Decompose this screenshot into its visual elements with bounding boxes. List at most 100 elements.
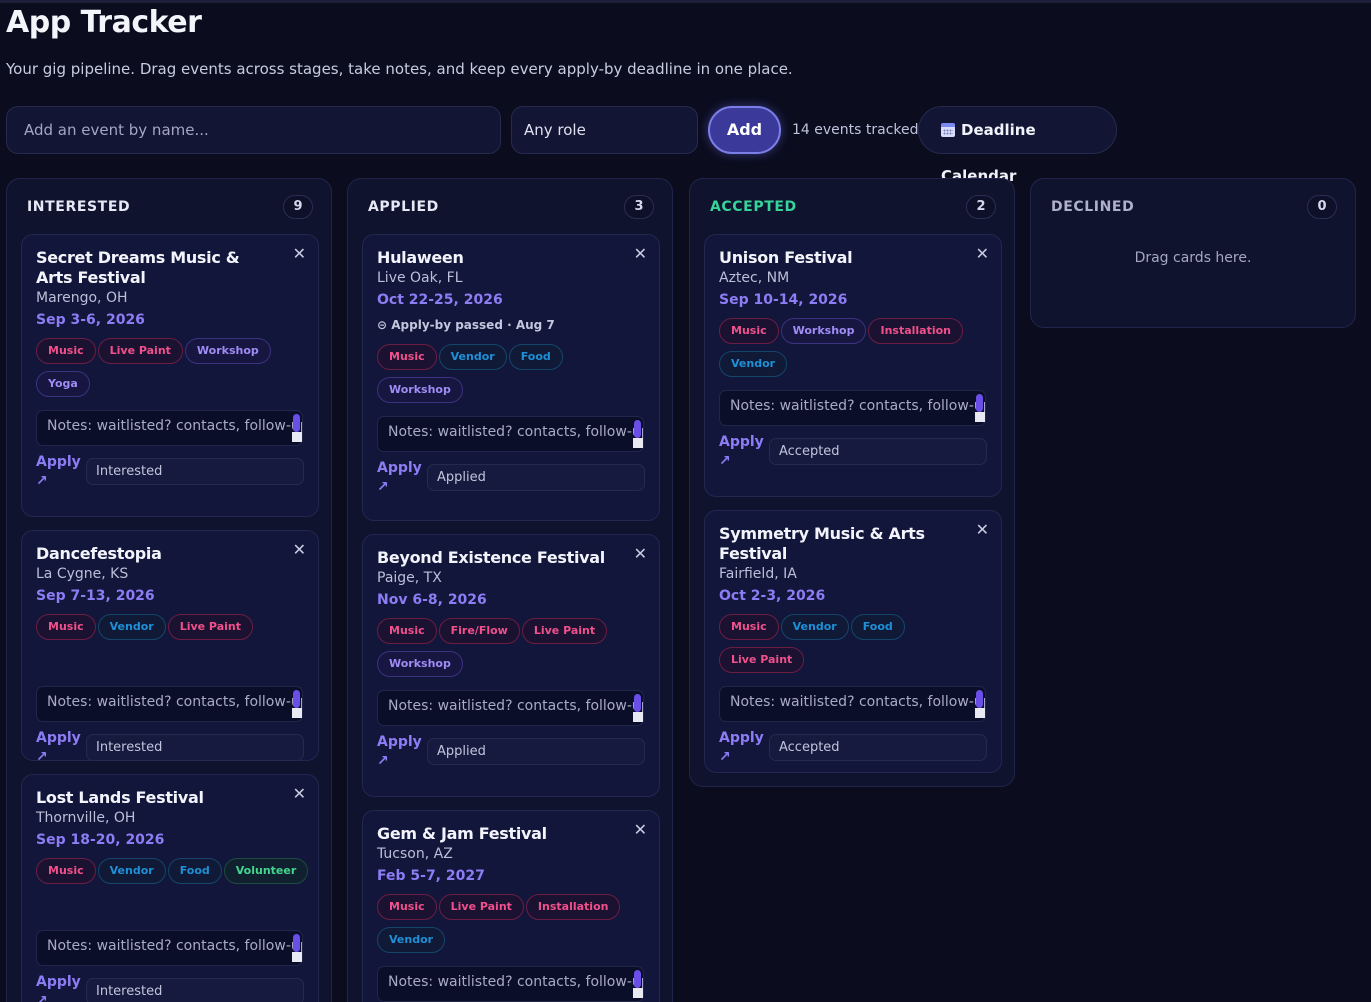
notes-scrollbar[interactable] <box>634 694 641 712</box>
role-tag: Music <box>36 338 96 364</box>
status-select[interactable]: Interested <box>86 734 304 761</box>
apply-link[interactable]: Apply ↗ <box>36 453 81 491</box>
role-select[interactable]: Any role <box>511 106 698 154</box>
event-card[interactable]: ✕ Hulaween Live Oak, FL Oct 22-25, 2026 ⊝ Ap… <box>362 234 660 521</box>
apply-link[interactable]: Apply ↗ <box>719 729 764 767</box>
notes-scrollbar[interactable] <box>976 690 983 708</box>
status-select[interactable]: Interested <box>86 978 304 1002</box>
card-date: Feb 5-7, 2027 <box>377 868 485 884</box>
notes-scrollbar[interactable] <box>293 690 300 708</box>
notes-field[interactable]: Notes: waitlisted? contacts, follow-ups <box>36 410 303 446</box>
notes-field[interactable]: Notes: waitlisted? contacts, follow-ups <box>36 930 303 966</box>
resize-handle-icon[interactable] <box>292 708 302 718</box>
column-declined: DECLINED 0 Drag cards here. <box>1030 178 1356 328</box>
resize-handle-icon[interactable] <box>975 708 985 718</box>
event-card[interactable]: ✕ Lost Lands Festival Thornville, OH Sep 18… <box>21 774 319 1002</box>
notes-field[interactable]: Notes: waitlisted? contacts, follow-ups <box>377 416 644 452</box>
column-interested: INTERESTED 9 ✕ Secret Dreams Music & Arts F… <box>6 178 332 1002</box>
column-accepted: ACCEPTED 2 ✕ Unison Festival Aztec, NM Sep 10… <box>689 178 1015 787</box>
deadline-calendar-button[interactable]: Deadline Calendar <box>918 106 1117 185</box>
role-tag: Workshop <box>780 318 867 344</box>
card-location: Marengo, OH <box>36 290 128 306</box>
event-name-input[interactable] <box>6 106 501 154</box>
notes-scrollbar[interactable] <box>293 414 300 432</box>
role-tag: Music <box>36 858 96 884</box>
event-card[interactable]: ✕ Dancefestopia La Cygne, KS Sep 7-13, 2026… <box>21 530 319 765</box>
card-title: Lost Lands Festival <box>36 788 204 807</box>
column-title: INTERESTED <box>27 199 131 215</box>
close-icon[interactable]: ✕ <box>634 820 647 839</box>
notes-scrollbar[interactable] <box>634 420 641 438</box>
column-applied: APPLIED 3 ✕ Hulaween Live Oak, FL Oct 22-25, … <box>347 178 673 1002</box>
notes-field[interactable]: Notes: waitlisted? contacts, follow-ups <box>377 966 644 1002</box>
role-tag: Live Paint <box>719 647 805 673</box>
status-select[interactable]: Applied <box>427 738 645 765</box>
role-tag: Live Paint <box>97 338 183 364</box>
role-tag: Music <box>377 344 437 370</box>
deadline-calendar-label: Deadline Calendar <box>941 121 1036 185</box>
card-location: Tucson, AZ <box>377 846 453 862</box>
role-tag: Vendor <box>438 344 507 370</box>
card-title: Hulaween <box>377 248 464 267</box>
role-tag: Fire/Flow <box>438 618 520 644</box>
add-button[interactable]: Add <box>708 106 781 154</box>
status-select[interactable]: Accepted <box>769 438 987 465</box>
status-select[interactable]: Interested <box>86 458 304 485</box>
notes-scrollbar[interactable] <box>293 934 300 952</box>
event-card[interactable]: ✕ Unison Festival Aztec, NM Sep 10-14, 2026… <box>704 234 1002 497</box>
card-title: Unison Festival <box>719 248 853 267</box>
card-date: Sep 18-20, 2026 <box>36 832 165 848</box>
close-icon[interactable]: ✕ <box>634 544 647 563</box>
role-tag: Vendor <box>377 927 446 953</box>
resize-handle-icon[interactable] <box>975 412 985 422</box>
card-location: La Cygne, KS <box>36 566 129 582</box>
role-tag: Vendor <box>719 351 788 377</box>
notes-field[interactable]: Notes: waitlisted? contacts, follow-ups <box>719 686 986 722</box>
card-date: Sep 3-6, 2026 <box>36 312 145 328</box>
event-card[interactable]: ✕ Beyond Existence Festival Paige, TX Nov 6… <box>362 534 660 797</box>
close-icon[interactable]: ✕ <box>634 244 647 263</box>
tag-list: Music Vendor Food Live Paint <box>719 614 994 680</box>
close-icon[interactable]: ✕ <box>976 244 989 263</box>
close-icon[interactable]: ✕ <box>293 784 306 803</box>
notes-field[interactable]: Notes: waitlisted? contacts, follow-ups <box>377 690 644 726</box>
tag-list: Music Fire/Flow Live Paint Workshop <box>377 618 652 684</box>
resize-handle-icon[interactable] <box>633 712 643 722</box>
apply-link[interactable]: Apply ↗ <box>719 433 764 471</box>
apply-link[interactable]: Apply ↗ <box>377 733 422 771</box>
notes-scrollbar[interactable] <box>976 394 983 412</box>
role-tag: Music <box>36 614 96 640</box>
role-tag: Food <box>850 614 905 640</box>
apply-link[interactable]: Apply ↗ <box>36 973 81 1002</box>
close-icon[interactable]: ✕ <box>976 520 989 539</box>
card-location: Paige, TX <box>377 570 442 586</box>
resize-handle-icon[interactable] <box>292 432 302 442</box>
event-card[interactable]: ✕ Secret Dreams Music & Arts Festival Mare… <box>21 234 319 517</box>
notes-field[interactable]: Notes: waitlisted? contacts, follow-ups <box>719 390 986 426</box>
event-card[interactable]: ✕ Gem & Jam Festival Tucson, AZ Feb 5-7, 20… <box>362 810 660 1002</box>
page-title: App Tracker <box>6 5 202 40</box>
apply-link[interactable]: Apply ↗ <box>36 729 81 767</box>
card-date: Nov 6-8, 2026 <box>377 592 487 608</box>
close-icon[interactable]: ✕ <box>293 244 306 263</box>
card-title: Beyond Existence Festival <box>377 548 605 567</box>
notes-field[interactable]: Notes: waitlisted? contacts, follow-ups <box>36 686 303 722</box>
notes-scrollbar[interactable] <box>634 970 641 988</box>
role-tag: Live Paint <box>521 618 608 644</box>
role-tag: Music <box>719 614 779 640</box>
resize-handle-icon[interactable] <box>633 988 643 998</box>
apply-link[interactable]: Apply ↗ <box>377 459 422 497</box>
event-card[interactable]: ✕ Symmetry Music & Arts Festival Fairfield… <box>704 510 1002 773</box>
resize-handle-icon[interactable] <box>292 952 302 962</box>
card-title: Gem & Jam Festival <box>377 824 547 843</box>
role-tag: Food <box>167 858 222 884</box>
column-header: APPLIED 3 <box>348 179 672 234</box>
resize-handle-icon[interactable] <box>633 438 643 448</box>
close-icon[interactable]: ✕ <box>293 540 306 559</box>
status-select[interactable]: Accepted <box>769 734 987 761</box>
role-tag: Music <box>377 894 437 920</box>
column-count-badge: 9 <box>283 195 313 219</box>
card-date: Sep 10-14, 2026 <box>719 292 848 308</box>
status-select[interactable]: Applied <box>427 464 645 491</box>
column-header: INTERESTED 9 <box>7 179 331 234</box>
